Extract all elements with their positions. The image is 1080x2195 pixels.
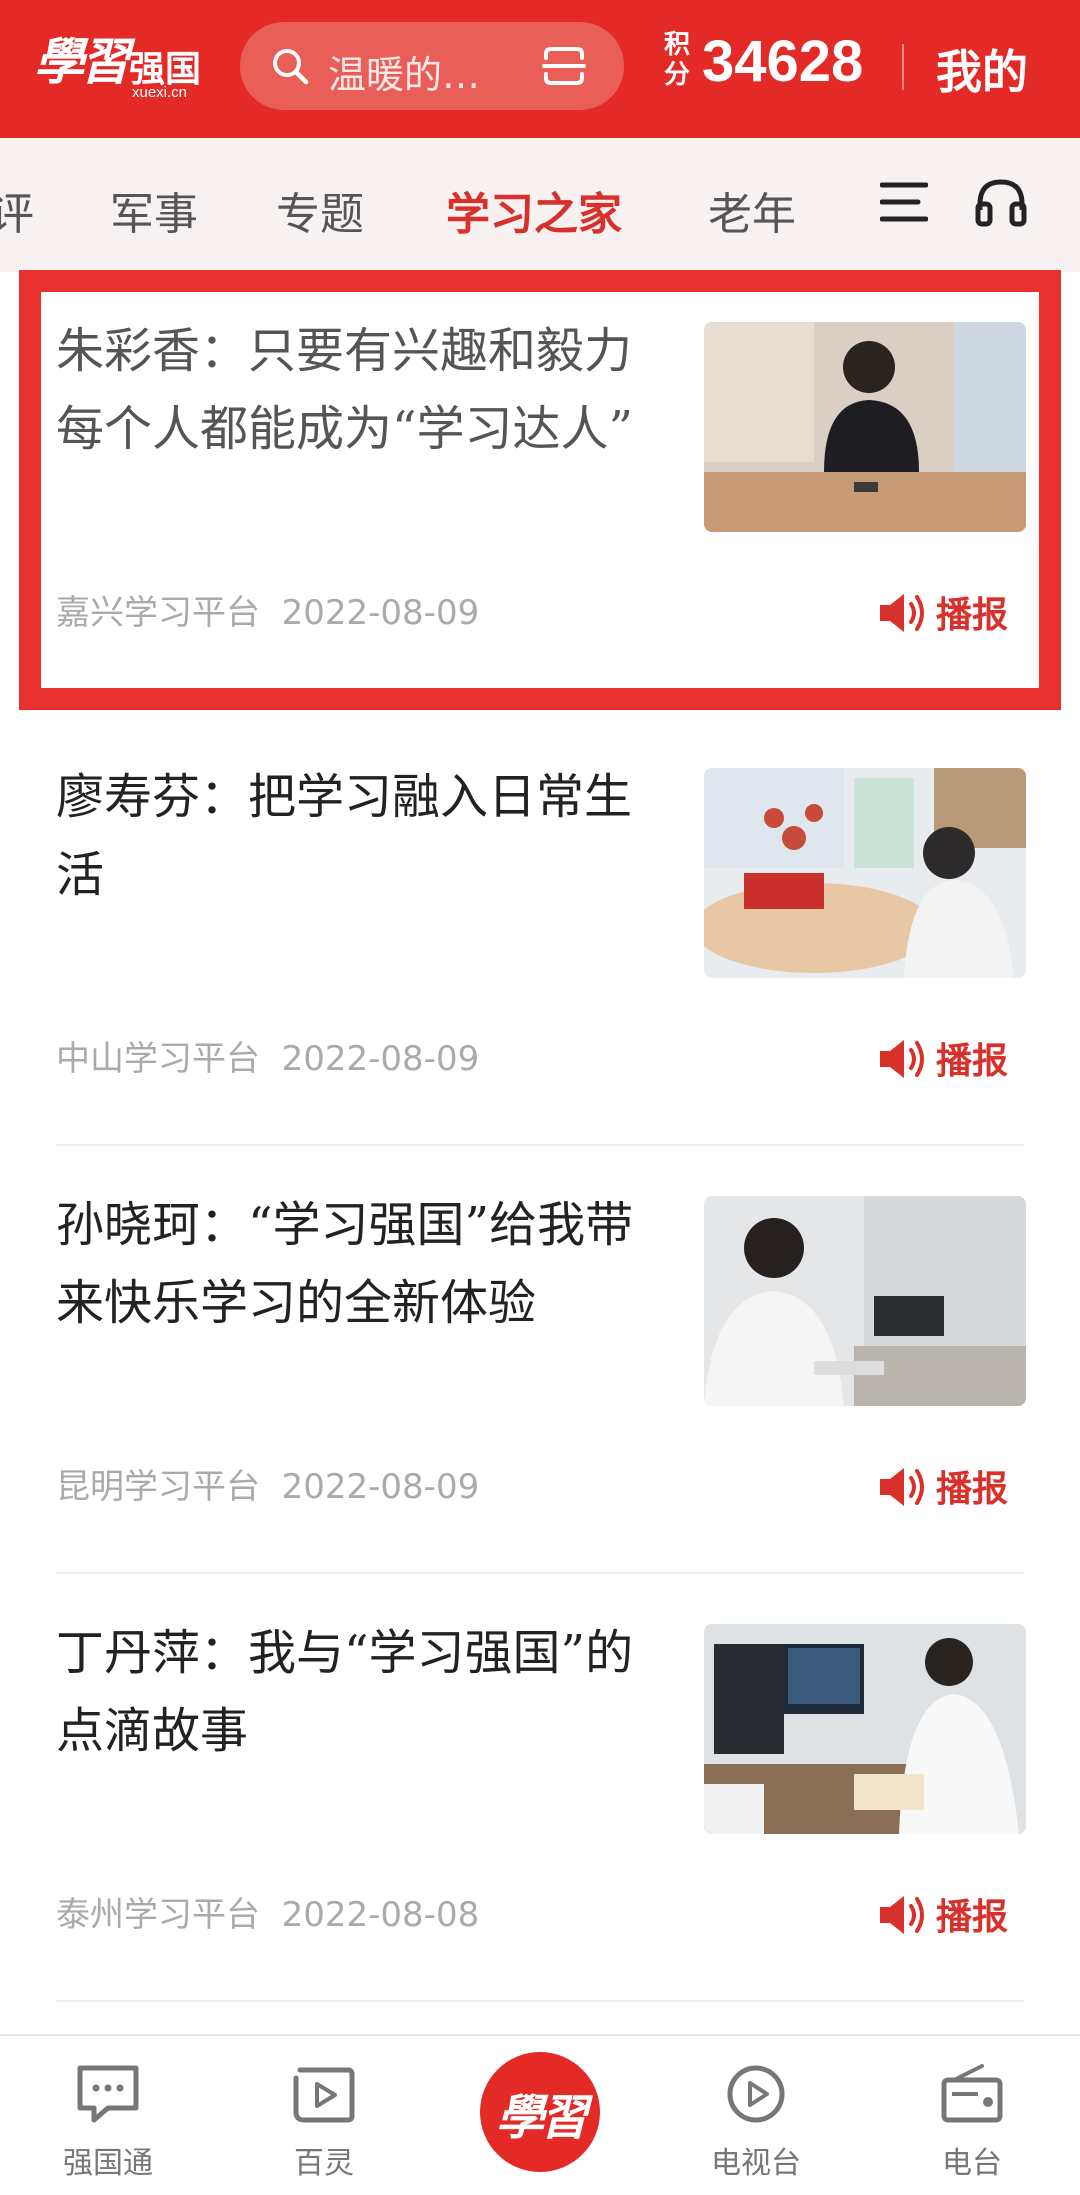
nav-label: 百灵 bbox=[294, 2146, 354, 2181]
news-item[interactable]: 孙晓珂：“学习强国”给我带来快乐学习的全新体验 昆明学习平台 2022-08-0… bbox=[0, 1146, 1080, 1574]
scan-icon[interactable] bbox=[542, 46, 586, 86]
broadcast-button[interactable]: 播报 bbox=[936, 1888, 1008, 1940]
tab-military[interactable]: 军事 bbox=[110, 178, 198, 242]
search-bar[interactable]: 温暖的… bbox=[240, 22, 624, 110]
search-placeholder: 温暖的… bbox=[328, 53, 481, 97]
list-divider bbox=[56, 2000, 1024, 2002]
news-date: 2022-08-08 bbox=[281, 1895, 480, 1935]
news-source: 昆明学习平台 bbox=[56, 1467, 260, 1507]
menu-icon[interactable] bbox=[880, 180, 928, 224]
channel-tabs: 评 军事 专题 学习之家 老年 bbox=[0, 138, 1080, 272]
news-title: 孙晓珂：“学习强国”给我带来快乐学习的全新体验 bbox=[56, 1197, 634, 1331]
news-title: 廖寿芬：把学习融入日常生活 bbox=[56, 769, 633, 903]
headphone-icon[interactable] bbox=[974, 176, 1028, 228]
news-meta: 中山学习平台 2022-08-09 bbox=[56, 1031, 479, 1080]
highlight-frame bbox=[19, 270, 1061, 710]
speaker-icon[interactable] bbox=[878, 1036, 928, 1082]
nav-label: 电视台 bbox=[711, 2146, 801, 2181]
nav-item-tv[interactable]: 电视台 bbox=[686, 2062, 826, 2182]
news-meta: 泰州学习平台 2022-08-08 bbox=[56, 1887, 479, 1936]
news-date: 2022-08-09 bbox=[281, 1039, 480, 1079]
news-thumbnail bbox=[704, 1196, 1026, 1406]
chat-icon bbox=[77, 2065, 139, 2123]
points-label: 积分 bbox=[664, 30, 691, 90]
speaker-icon[interactable] bbox=[878, 1464, 928, 1510]
play-square-icon bbox=[293, 2067, 355, 2123]
nav-label: 电台 bbox=[942, 2146, 1002, 2181]
news-source: 中山学习平台 bbox=[56, 1039, 260, 1079]
speaker-icon[interactable] bbox=[878, 1892, 928, 1938]
news-meta: 昆明学习平台 2022-08-09 bbox=[56, 1459, 479, 1508]
tab-commentary[interactable]: 评 bbox=[0, 178, 34, 242]
news-item[interactable]: 廖寿芬：把学习融入日常生活 中山学习平台 2022-08-09 播报 bbox=[0, 718, 1080, 1146]
nav-label: 强国通 bbox=[63, 2146, 153, 2181]
broadcast-button[interactable]: 播报 bbox=[936, 1460, 1008, 1512]
nav-item-bailing[interactable]: 百灵 bbox=[254, 2062, 394, 2182]
news-source: 泰州学习平台 bbox=[56, 1895, 260, 1935]
bottom-nav: 强国通 百灵 學習 电视台 电台 bbox=[0, 2034, 1080, 2195]
radio-icon bbox=[941, 2064, 1003, 2123]
news-date: 2022-08-09 bbox=[281, 1467, 480, 1507]
news-thumbnail bbox=[704, 1624, 1026, 1834]
tab-seniors[interactable]: 老年 bbox=[708, 178, 796, 242]
play-circle-icon bbox=[727, 2065, 785, 2123]
xuexi-center-button[interactable]: 學習 bbox=[480, 2052, 600, 2172]
nav-item-qiangguotong[interactable]: 强国通 bbox=[38, 2062, 178, 2182]
xuexi-logo[interactable]: 學習 强国 xuexi.cn bbox=[34, 22, 204, 102]
tab-special-topics[interactable]: 专题 bbox=[276, 178, 364, 242]
nav-item-radio[interactable]: 电台 bbox=[902, 2062, 1042, 2182]
header-divider bbox=[902, 44, 904, 90]
tab-study-home[interactable]: 学习之家 bbox=[446, 178, 622, 242]
top-header: 學習 强国 xuexi.cn 温暖的… 积分 34628 我的 bbox=[0, 0, 1080, 138]
center-logo: 學習 bbox=[495, 2090, 588, 2146]
news-thumbnail bbox=[704, 768, 1026, 978]
points-value[interactable]: 34628 bbox=[702, 28, 863, 95]
logo-script: 學習 bbox=[34, 32, 130, 91]
search-icon bbox=[273, 49, 309, 85]
mine-button[interactable]: 我的 bbox=[936, 36, 1028, 102]
news-item[interactable]: 丁丹萍：我与“学习强国”的点滴故事 泰州学习平台 2022-08-08 播报 bbox=[0, 1574, 1080, 2002]
news-title: 丁丹萍：我与“学习强国”的点滴故事 bbox=[56, 1625, 634, 1759]
broadcast-button[interactable]: 播报 bbox=[936, 1032, 1008, 1084]
logo-domain: xuexi.cn bbox=[132, 84, 188, 101]
